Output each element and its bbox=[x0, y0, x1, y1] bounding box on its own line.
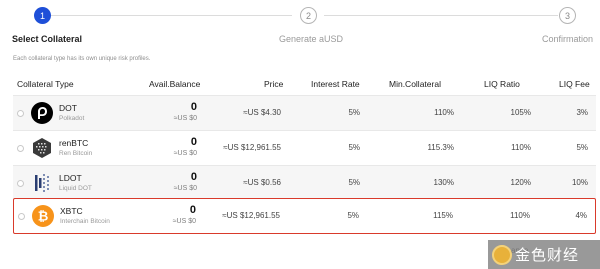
collateral-row-renbtc[interactable]: renBTC Ren Bitcoin 0 ≈US $0 ≈US $12,961.… bbox=[13, 131, 596, 166]
collateral-row-ldot[interactable]: LDOT Liquid DOT 0 ≈US $0 ≈US $0.56 5% 13… bbox=[13, 166, 596, 201]
select-radio[interactable] bbox=[17, 180, 24, 187]
token-symbol: renBTC bbox=[59, 138, 89, 148]
select-radio[interactable] bbox=[18, 213, 25, 220]
header-interest-rate: Interest Rate bbox=[311, 79, 360, 89]
token-symbol: XBTC bbox=[60, 206, 83, 216]
min-collateral-value: 115% bbox=[433, 211, 453, 220]
liq-ratio-value: 120% bbox=[510, 178, 531, 187]
step-2-indicator: 2 bbox=[300, 7, 317, 24]
balance-value: 0 bbox=[190, 136, 197, 148]
select-radio[interactable] bbox=[17, 110, 24, 117]
price-value: ≈US $0.56 bbox=[243, 178, 281, 187]
risk-profile-hint: Each collateral type has its own unique … bbox=[13, 56, 151, 62]
balance-usd: ≈US $0 bbox=[173, 185, 197, 192]
interest-rate-value: 5% bbox=[347, 211, 359, 220]
step-connector bbox=[51, 15, 292, 16]
header-avail-balance: Avail.Balance bbox=[149, 79, 201, 89]
token-symbol: DOT bbox=[59, 103, 77, 113]
token-symbol: LDOT bbox=[59, 173, 82, 183]
balance-usd: ≈US $0 bbox=[173, 150, 197, 157]
watermark-logo-icon bbox=[492, 244, 512, 265]
balance-usd: ≈US $0 bbox=[173, 115, 197, 122]
step-1-indicator: 1 bbox=[34, 7, 51, 24]
svg-text:₿: ₿ bbox=[38, 210, 49, 225]
liq-fee-value: 5% bbox=[576, 143, 588, 152]
polkadot-icon bbox=[31, 102, 53, 124]
liq-ratio-value: 110% bbox=[510, 211, 530, 220]
select-radio[interactable] bbox=[17, 145, 24, 152]
header-collateral-type: Collateral Type bbox=[17, 79, 74, 89]
min-collateral-value: 110% bbox=[434, 108, 454, 117]
balance-value: 0 bbox=[190, 171, 197, 183]
header-min-collateral: Min.Collateral bbox=[389, 79, 441, 89]
liq-fee-value: 4% bbox=[575, 211, 587, 220]
header-liq-ratio: LIQ Ratio bbox=[484, 79, 520, 89]
liq-ratio-value: 110% bbox=[511, 143, 531, 152]
stepper: 1 2 3 Select Collateral Generate aUSD Co… bbox=[0, 0, 600, 50]
watermark-text: 金色财经 bbox=[515, 246, 580, 264]
interest-rate-value: 5% bbox=[348, 178, 360, 187]
price-value: ≈US $12,961.55 bbox=[222, 211, 280, 220]
step-3-indicator: 3 bbox=[559, 7, 576, 24]
collateral-row-dot[interactable]: DOT Polkadot 0 ≈US $0 ≈US $4.30 5% 110% … bbox=[13, 96, 596, 131]
token-name: Liquid DOT bbox=[59, 185, 92, 192]
step-connector bbox=[324, 15, 558, 16]
interest-rate-value: 5% bbox=[348, 143, 360, 152]
price-value: ≈US $4.30 bbox=[243, 108, 281, 117]
step-2-label: Generate aUSD bbox=[279, 34, 344, 44]
ldot-icon bbox=[35, 174, 49, 192]
step-1-label: Select Collateral bbox=[12, 34, 83, 44]
min-collateral-value: 130% bbox=[433, 178, 454, 187]
header-price: Price bbox=[264, 79, 284, 89]
liq-ratio-value: 105% bbox=[510, 108, 531, 117]
renbtc-icon bbox=[31, 137, 53, 159]
balance-usd: ≈US $0 bbox=[172, 218, 196, 225]
header-liq-fee: LIQ Fee bbox=[559, 79, 590, 89]
liq-fee-value: 10% bbox=[571, 178, 588, 187]
bitcoin-icon: ₿ bbox=[32, 205, 54, 227]
step-3-label: Confirmation bbox=[542, 34, 594, 44]
token-name: Polkadot bbox=[59, 115, 85, 122]
balance-value: 0 bbox=[189, 204, 196, 216]
liq-fee-value: 3% bbox=[576, 108, 588, 117]
balance-value: 0 bbox=[190, 101, 197, 113]
min-collateral-value: 115.3% bbox=[427, 143, 454, 152]
watermark: 金色财经 bbox=[488, 240, 600, 269]
token-name: Ren Bitcoin bbox=[59, 150, 93, 157]
collateral-row-xbtc[interactable]: ₿ XBTC Interchain Bitcoin 0 ≈US $0 ≈US $… bbox=[13, 198, 596, 234]
token-name: Interchain Bitcoin bbox=[60, 218, 110, 225]
interest-rate-value: 5% bbox=[348, 108, 360, 117]
price-value: ≈US $12,961.55 bbox=[223, 143, 281, 152]
